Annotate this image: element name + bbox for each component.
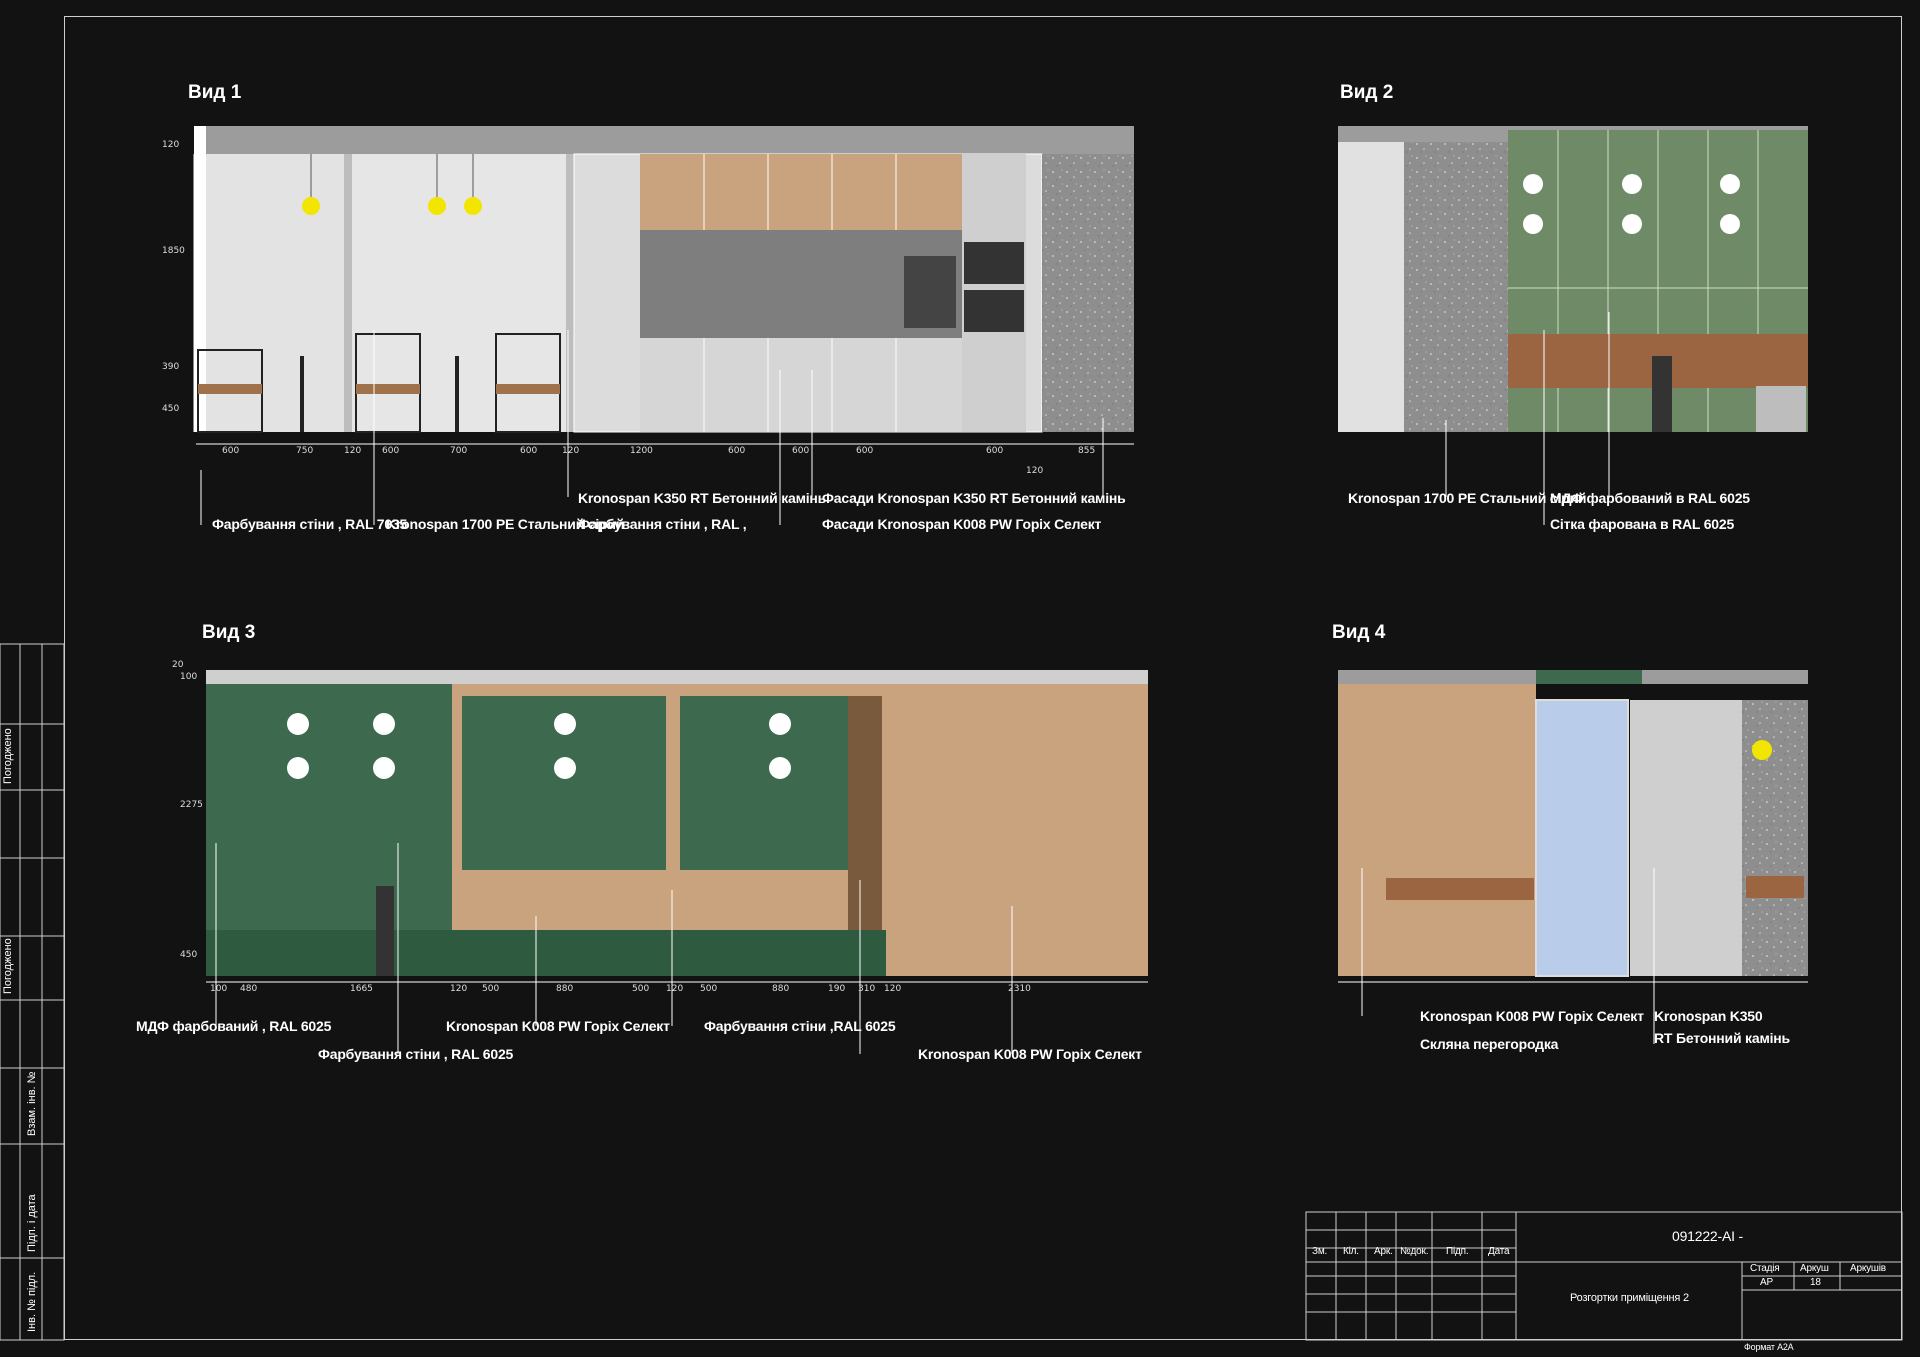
v3-dim: 120 xyxy=(666,984,684,994)
v1-dim: 750 xyxy=(296,446,314,456)
v1-dim: 600 xyxy=(728,446,746,456)
stamp-header-sheet: Арк. xyxy=(1374,1246,1393,1257)
drawing-canvas xyxy=(0,126,1903,1341)
view-3-title: Вид 3 xyxy=(202,622,256,643)
v1-dim: 600 xyxy=(382,446,400,456)
v3-dim-left: 100 xyxy=(180,672,198,682)
stamp-header-sign: Підп. xyxy=(1446,1246,1469,1257)
v3-dim: 880 xyxy=(556,984,574,994)
v1-dim-left: 1850 xyxy=(162,246,185,256)
view-1-drawing xyxy=(193,126,1134,445)
side-stamp-sign-date: Підп. і дата xyxy=(26,1194,38,1252)
v4-label-concrete-stone: RT Бетонний камінь xyxy=(1654,1030,1790,1046)
v1-label-kronospan-k350: Kronospan K350 RT Бетонний камінь xyxy=(578,490,827,506)
side-stamp-inv-orig: Інв. № підл. xyxy=(26,1271,38,1332)
v1-dim-left: 390 xyxy=(162,362,180,372)
v3-dim: 880 xyxy=(772,984,790,994)
v3-label-mdf-6025: МДФ фарбований , RAL 6025 xyxy=(136,1018,332,1034)
v1-dim: 600 xyxy=(520,446,538,456)
v1-dim: 120 xyxy=(344,446,362,456)
v1-dim-extra: 120 xyxy=(1026,466,1044,476)
stamp-sheet-title: Розгортки приміщення 2 xyxy=(1570,1292,1689,1304)
v1-label-wall-paint-ral: Фарбування стіни , RAL , xyxy=(578,516,747,532)
v1-dim: 700 xyxy=(450,446,468,456)
v3-dim-left: 2275 xyxy=(180,800,203,810)
view-2-title: Вид 2 xyxy=(1340,82,1394,103)
stamp-stage: АР xyxy=(1760,1277,1773,1288)
v3-dim-left: 20 xyxy=(172,660,184,670)
view-4-drawing xyxy=(1338,670,1808,983)
v1-dim: 1200 xyxy=(630,446,653,456)
v1-label-facade-k008: Фасади Kronospan K008 PW Горіх Селект xyxy=(822,516,1102,532)
v3-dim: 500 xyxy=(482,984,500,994)
view-1-title: Вид 1 xyxy=(188,82,242,103)
v1-dim: 600 xyxy=(222,446,240,456)
v3-dim: 1665 xyxy=(350,984,373,994)
view-4-title: Вид 4 xyxy=(1332,622,1386,643)
v3-label-wall-paint-6025-b: Фарбування стіни ,RAL 6025 xyxy=(704,1018,896,1034)
v1-dim: 600 xyxy=(986,446,1004,456)
v3-dim: 480 xyxy=(240,984,258,994)
v3-dim: 500 xyxy=(632,984,650,994)
side-stamp-approved-1: Погоджено xyxy=(2,728,14,784)
v1-dim: 600 xyxy=(792,446,810,456)
v3-dim: 500 xyxy=(700,984,718,994)
stamp-header-doc: №док. xyxy=(1400,1246,1429,1257)
v3-dim: 120 xyxy=(884,984,902,994)
stamp-stage-header: Стадія xyxy=(1750,1263,1780,1274)
v3-label-kronospan-k008: Kronospan K008 PW Горіх Селект xyxy=(446,1018,670,1034)
drawing-sheet: Вид 1 Вид 2 Вид 3 Вид 4 Фарбування стіни… xyxy=(0,0,1920,1357)
v1-label-facade-k350: Фасади Kronospan K350 RT Бетонний камінь xyxy=(822,490,1126,506)
v4-label-kronospan-k350: Kronospan K350 xyxy=(1654,1008,1763,1024)
v3-dim-left: 450 xyxy=(180,950,198,960)
side-stamp-approved-2: Погоджено xyxy=(2,938,14,994)
v1-dim: 600 xyxy=(856,446,874,456)
title-block-grid xyxy=(1305,1211,1903,1341)
side-stamp-replace-inv: Взам. інв. № xyxy=(26,1071,38,1136)
stamp-sheets-header: Аркушів xyxy=(1850,1263,1886,1274)
v3-dim: 190 xyxy=(828,984,846,994)
v1-dim: 855 xyxy=(1078,446,1096,456)
stamp-header-qty: Кіл. xyxy=(1343,1246,1359,1257)
v1-dim-left: 120 xyxy=(162,140,180,150)
stamp-sheet-no: 18 xyxy=(1810,1277,1821,1288)
stamp-format: Формат А2А xyxy=(1744,1342,1794,1352)
stamp-header-date: Дата xyxy=(1488,1246,1510,1257)
v4-label-glass-partition: Скляна перегородка xyxy=(1420,1036,1559,1052)
view-3-drawing xyxy=(206,670,1148,983)
v3-dim: 310 xyxy=(858,984,876,994)
v1-dim: 120 xyxy=(562,446,580,456)
stamp-sheet-header: Аркуш xyxy=(1800,1263,1829,1274)
v1-dim-left: 450 xyxy=(162,404,180,414)
v2-label-mesh-6025: Сітка фарована в RAL 6025 xyxy=(1550,516,1735,532)
v3-dim: 120 xyxy=(450,984,468,994)
stamp-code: 091222-AI - xyxy=(1672,1228,1743,1244)
v3-dim: 2310 xyxy=(1008,984,1031,994)
v4-label-kronospan-k008: Kronospan K008 PW Горіх Селект xyxy=(1420,1008,1644,1024)
stamp-header-change: Зм. xyxy=(1312,1246,1328,1257)
v2-label-mdf-6025: МДФ фарбований в RAL 6025 xyxy=(1550,490,1750,506)
v3-dim: 100 xyxy=(210,984,228,994)
v3-label-wall-paint-6025: Фарбування стіни , RAL 6025 xyxy=(318,1046,514,1062)
v1-label-wall-paint-7035: Фарбування стіни , RAL 7035 xyxy=(212,516,408,532)
v3-label-kronospan-k008-b: Kronospan K008 PW Горіх Селект xyxy=(918,1046,1142,1062)
view-2-drawing xyxy=(1338,126,1808,432)
